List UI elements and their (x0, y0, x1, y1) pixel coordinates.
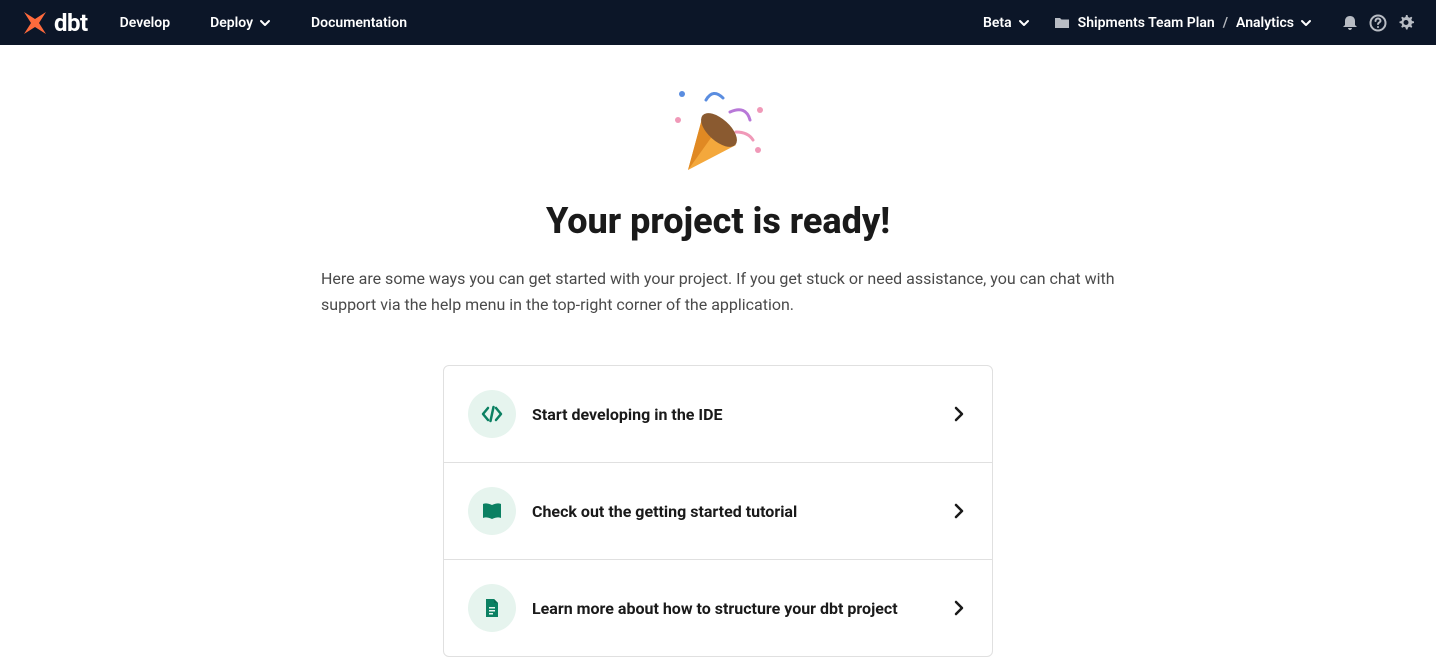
chevron-down-icon (1018, 17, 1030, 29)
chevron-right-icon (950, 405, 968, 423)
page-title: Your project is ready! (546, 200, 890, 242)
nav-icon-group (1340, 13, 1416, 33)
action-getting-started[interactable]: Check out the getting started tutorial (444, 463, 992, 560)
party-popper-icon (668, 80, 768, 180)
nav-deploy-label: Deploy (210, 15, 253, 31)
chevron-down-icon (1300, 17, 1312, 29)
document-icon (468, 584, 516, 632)
action-label: Check out the getting started tutorial (532, 502, 934, 521)
nav-documentation[interactable]: Documentation (303, 9, 415, 37)
action-develop-ide[interactable]: Start developing in the IDE (444, 366, 992, 463)
dbt-logo[interactable]: dbt (20, 8, 88, 38)
gear-icon[interactable] (1396, 13, 1416, 33)
action-card-list: Start developing in the IDE Check out th… (443, 365, 993, 657)
nav-beta-label: Beta (983, 15, 1012, 31)
nav-project-breadcrumb: Shipments Team Plan / Analytics (1054, 15, 1312, 31)
chevron-right-icon (950, 502, 968, 520)
breadcrumb-separator: / (1223, 15, 1228, 31)
nav-analytics-dropdown[interactable]: Analytics (1236, 15, 1312, 31)
dbt-logo-text: dbt (54, 9, 88, 37)
bell-icon[interactable] (1340, 13, 1360, 33)
code-icon (468, 390, 516, 438)
nav-beta[interactable]: Beta (983, 15, 1030, 31)
nav-analytics-label: Analytics (1236, 15, 1294, 31)
navbar-right: Beta Shipments Team Plan / Analytics (983, 13, 1416, 33)
navbar-left: dbt Develop Deploy Documentation (20, 8, 415, 38)
book-icon (468, 487, 516, 535)
action-label: Start developing in the IDE (532, 405, 934, 424)
help-icon[interactable] (1368, 13, 1388, 33)
action-label: Learn more about how to structure your d… (532, 599, 934, 618)
nav-develop-label: Develop (120, 15, 170, 31)
chevron-right-icon (950, 599, 968, 617)
nav-plan-label[interactable]: Shipments Team Plan (1078, 15, 1215, 31)
action-structure-project[interactable]: Learn more about how to structure your d… (444, 560, 992, 656)
nav-documentation-label: Documentation (311, 15, 407, 31)
folder-icon (1054, 15, 1070, 31)
main-content: Your project is ready! Here are some way… (0, 45, 1436, 657)
top-navbar: dbt Develop Deploy Documentation Beta Sh… (0, 0, 1436, 45)
nav-deploy[interactable]: Deploy (202, 9, 279, 37)
page-description: Here are some ways you can get started w… (321, 266, 1115, 317)
nav-develop[interactable]: Develop (112, 9, 178, 37)
chevron-down-icon (259, 17, 271, 29)
dbt-logo-icon (20, 8, 50, 38)
